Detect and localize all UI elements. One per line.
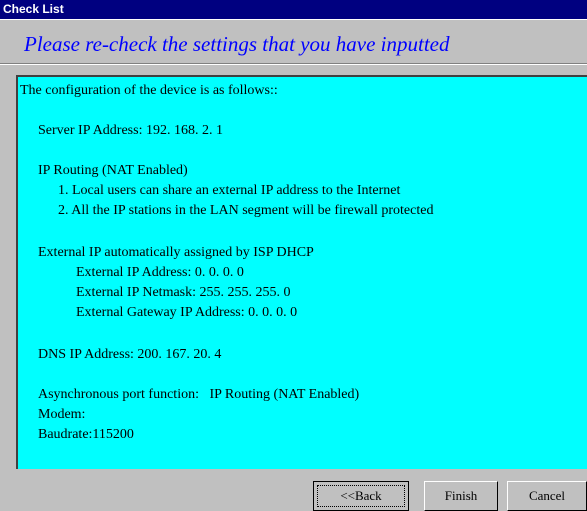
header-banner: Please re-check the settings that you ha…: [0, 19, 587, 64]
focus-rectangle: [317, 485, 405, 507]
routing-item-2: 2. All the IP stations in the LAN segmen…: [58, 203, 434, 218]
external-netmask-line: External IP Netmask: 255. 255. 255. 0: [76, 285, 291, 300]
dns-ip-line: DNS IP Address: 200. 167. 20. 4: [38, 347, 222, 362]
cancel-button-label: Cancel: [528, 488, 566, 503]
routing-heading: IP Routing (NAT Enabled): [38, 163, 188, 178]
cancel-button[interactable]: Cancel: [507, 481, 587, 511]
config-intro: The configuration of the device is as fo…: [20, 83, 278, 98]
external-gateway-line: External Gateway IP Address: 0. 0. 0. 0: [76, 305, 298, 320]
window-title-bar: Check List: [0, 0, 587, 19]
finish-button-label: Finish: [444, 488, 478, 503]
finish-button[interactable]: Finish: [424, 481, 498, 511]
external-ip-line: External IP Address: 0. 0. 0. 0: [76, 265, 244, 280]
async-port-line: Asynchronous port function: IP Routing (…: [38, 387, 360, 402]
config-summary-panel: The configuration of the device is as fo…: [16, 75, 587, 469]
external-heading: External IP automatically assigned by IS…: [38, 245, 314, 260]
page-subtitle: Please re-check the settings that you ha…: [24, 32, 450, 56]
window-title: Check List: [3, 2, 64, 16]
server-ip-line: Server IP Address: 192. 168. 2. 1: [38, 123, 223, 138]
header-divider: [0, 63, 587, 65]
modem-line: Modem:: [38, 407, 86, 422]
routing-item-1: 1. Local users can share an external IP …: [58, 183, 401, 198]
baudrate-line: Baudrate:115200: [38, 427, 134, 442]
header-area: Please re-check the settings that you ha…: [0, 19, 587, 64]
back-button[interactable]: <<Back: [313, 481, 409, 511]
